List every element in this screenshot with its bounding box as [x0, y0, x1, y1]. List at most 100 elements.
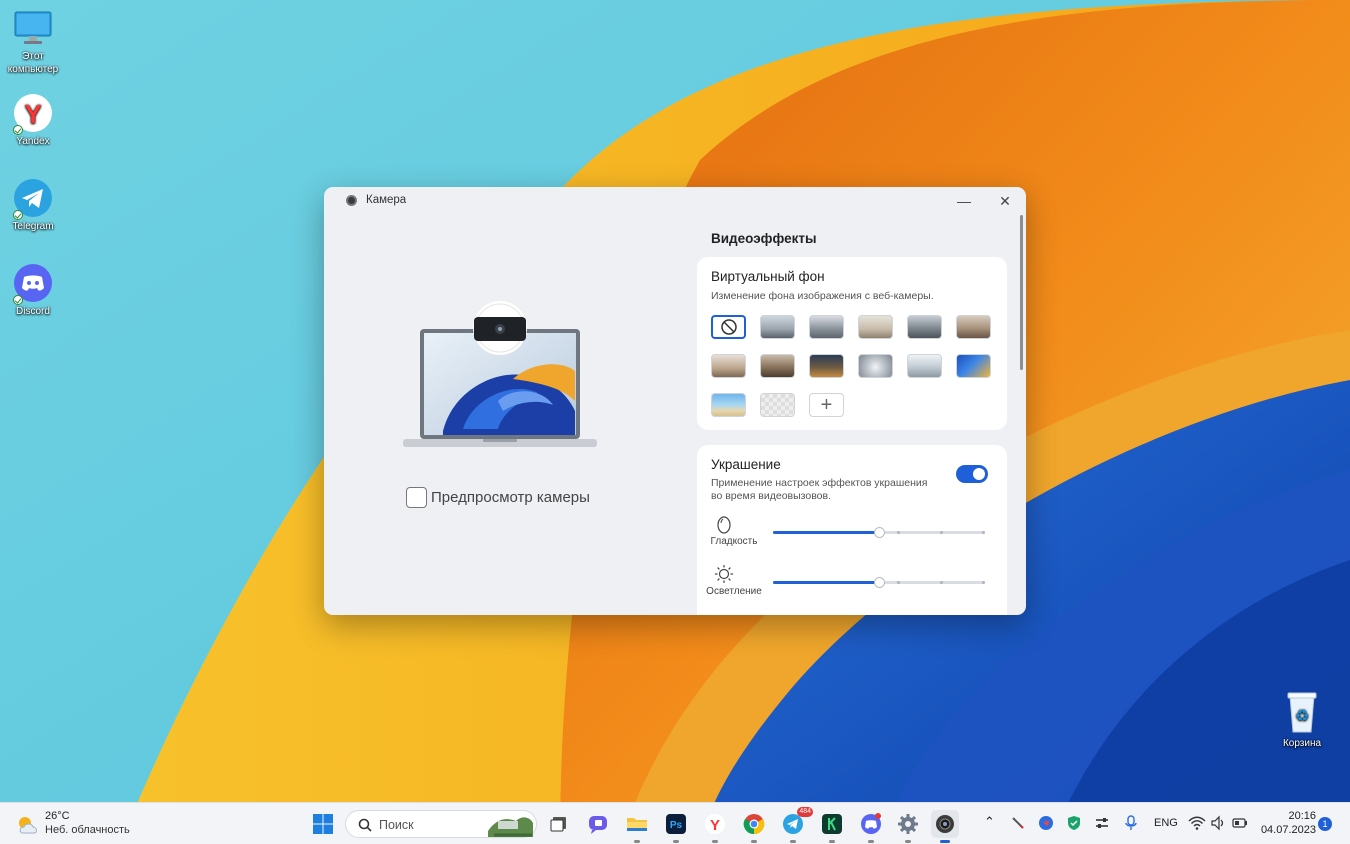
camera-button[interactable]: [931, 810, 959, 843]
vpn-icon[interactable]: [1038, 815, 1054, 834]
laptop-illustration: [403, 301, 597, 447]
recycle-bin-icon: ♻: [1282, 690, 1322, 734]
monitor-icon: [13, 8, 53, 48]
camera-icon: [936, 815, 954, 833]
windows-icon: [313, 814, 333, 834]
shield-app-icon: [822, 814, 842, 834]
background-tile-living-room-1[interactable]: [956, 315, 991, 339]
input-language[interactable]: ENG: [1154, 817, 1178, 829]
search-placeholder: Поиск: [379, 818, 414, 832]
close-button[interactable]: ✕: [988, 189, 1022, 213]
microphone-icon[interactable]: [1124, 815, 1138, 834]
beauty-subtitle-line1: Применение настроек эффектов украшения: [711, 477, 928, 489]
background-tile-grid: +: [711, 315, 991, 417]
yandex-icon: Y: [705, 814, 725, 834]
desktop-icon-telegram[interactable]: Telegram: [0, 178, 66, 233]
slider-tick: [897, 531, 901, 534]
background-tile-office-4[interactable]: [907, 315, 942, 339]
svg-text:Y: Y: [710, 817, 720, 834]
volume-icon[interactable]: [1210, 815, 1226, 834]
photoshop-button[interactable]: Ps: [662, 810, 690, 843]
desktop-icon-recycle-bin[interactable]: ♻ Корзина: [1276, 690, 1328, 749]
background-tile-interior-3[interactable]: [760, 354, 795, 378]
telegram-unread-badge: 484: [797, 807, 813, 817]
brightening-slider[interactable]: [773, 577, 985, 588]
preview-label: Предпросмотр камеры: [431, 489, 590, 506]
clock-time: 20:16: [1288, 810, 1316, 822]
background-tile-office-2[interactable]: [809, 315, 844, 339]
weather-widget[interactable]: 26°C Неб. облачность: [16, 809, 146, 839]
chrome-button[interactable]: [740, 810, 768, 843]
preview-checkbox[interactable]: [406, 487, 427, 508]
wifi-icon[interactable]: [1188, 815, 1206, 834]
background-tile-transparent[interactable]: [760, 393, 795, 417]
desktop-icon-label: Telegram: [12, 221, 54, 232]
svg-text:♻: ♻: [1295, 706, 1309, 725]
search-icon: [358, 818, 372, 832]
desktop-icon-yandex[interactable]: Y Yandex: [0, 93, 66, 148]
background-tile-beach[interactable]: [711, 393, 746, 417]
chrome-icon: [743, 814, 765, 835]
show-hidden-icons-chevron-icon[interactable]: ⌃: [984, 814, 995, 830]
background-tile-city-night[interactable]: [809, 354, 844, 378]
desktop-icon-label: Yandex: [16, 136, 50, 147]
title-bar[interactable]: Камера — ✕: [324, 187, 1026, 215]
task-view-button[interactable]: [545, 810, 573, 838]
slider-tick: [939, 531, 943, 534]
sync-status-icon: [13, 210, 23, 220]
video-effects-pane: Видеоэффекты Виртуальный фон Изменение ф…: [697, 215, 1016, 615]
shield-app-button[interactable]: [818, 810, 846, 843]
sync-status-icon: [13, 295, 23, 305]
desktop-icon-label: Этот компьютер: [7, 51, 59, 75]
weather-temperature: 26°C: [45, 810, 70, 822]
background-tile-mountains[interactable]: [907, 354, 942, 378]
camera-preview-toggle[interactable]: Предпросмотр камеры: [406, 487, 590, 508]
discord-icon: [861, 813, 881, 834]
battery-icon[interactable]: [1232, 815, 1248, 834]
explorer-button[interactable]: [623, 810, 651, 843]
smoothness-label: Гладкость: [710, 536, 758, 547]
camera-app-icon: [346, 195, 357, 206]
desktop-icon-discord[interactable]: Discord: [0, 263, 66, 318]
background-tile-living-room-2[interactable]: [711, 354, 746, 378]
video-effects-heading: Видеоэффекты: [711, 231, 817, 246]
add-background-button[interactable]: +: [809, 393, 844, 417]
security-shield-icon[interactable]: [1066, 815, 1082, 834]
weather-condition: Неб. облачность: [45, 824, 130, 836]
window-title: Камера: [366, 194, 407, 206]
notification-count-badge[interactable]: 1: [1318, 817, 1332, 831]
network-adjust-icon[interactable]: [1094, 815, 1110, 834]
smoothness-slider-handle[interactable]: [874, 527, 885, 538]
chat-button[interactable]: [584, 810, 612, 838]
sync-status-icon: [13, 125, 23, 135]
beauty-toggle[interactable]: [956, 465, 988, 483]
background-tile-waves[interactable]: [956, 354, 991, 378]
gear-icon: [898, 814, 918, 834]
task-view-icon: [550, 817, 566, 832]
pen-icon[interactable]: [1010, 815, 1026, 834]
chat-icon: [589, 816, 607, 834]
clock-date: 04.07.2023: [1260, 824, 1316, 836]
brightening-label: Осветление: [706, 586, 762, 597]
yandex-browser-button[interactable]: Y: [701, 810, 729, 843]
discord-button[interactable]: [857, 810, 885, 843]
telegram-icon: [13, 178, 53, 220]
brightening-slider-handle[interactable]: [874, 577, 885, 588]
telegram-button[interactable]: 484: [779, 807, 813, 843]
settings-button[interactable]: [894, 810, 922, 843]
background-tile-office-3[interactable]: [858, 315, 893, 339]
effects-scrollbar[interactable]: [1020, 215, 1023, 370]
desktop-icon-this-pc[interactable]: Этот компьютер: [0, 8, 66, 76]
start-button[interactable]: [309, 810, 337, 838]
minimize-button[interactable]: —: [947, 189, 981, 213]
background-tile-none[interactable]: [711, 315, 746, 339]
system-clock[interactable]: 20:16 04.07.2023: [1258, 809, 1316, 837]
background-tile-tunnel[interactable]: [858, 354, 893, 378]
smoothness-slider[interactable]: [773, 527, 985, 538]
virtual-background-card: Виртуальный фон Изменение фона изображен…: [697, 257, 1007, 430]
virtual-background-subtitle: Изменение фона изображения с веб-камеры.: [711, 290, 934, 302]
taskbar-search[interactable]: Поиск: [345, 810, 537, 838]
partly-cloudy-icon: [19, 817, 37, 834]
svg-text:Ps: Ps: [670, 820, 683, 831]
background-tile-office-1[interactable]: [760, 315, 795, 339]
